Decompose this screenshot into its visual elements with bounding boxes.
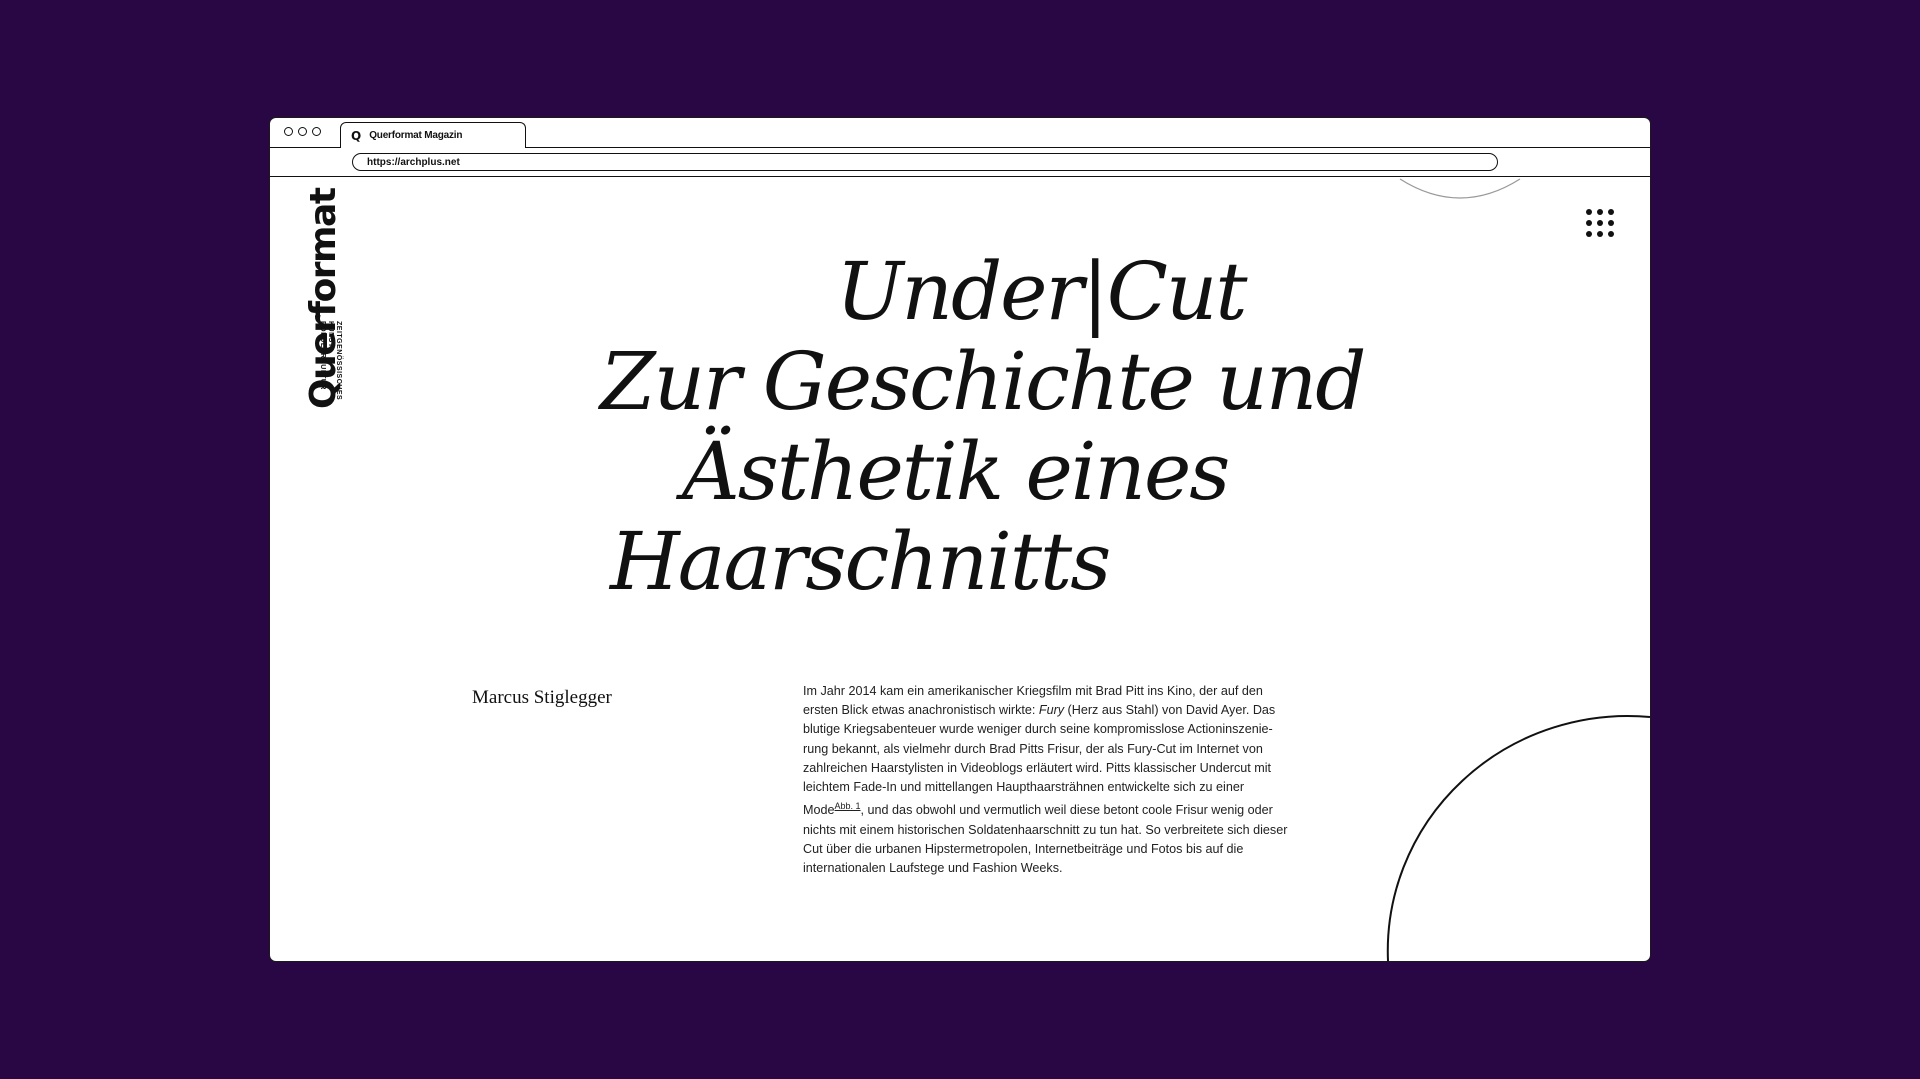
menu-dot (1608, 209, 1614, 215)
title-line: Ästhetik eines (682, 425, 1230, 518)
window-controls (284, 127, 321, 136)
footnote-link[interactable]: Abb. 1 (835, 801, 861, 811)
tab-querformat[interactable]: Q Querformat Magazin (340, 122, 526, 148)
minimize-window-button[interactable] (298, 127, 307, 136)
article-body: Im Jahr 2014 kam ein amerikanischer Krie… (803, 682, 1293, 878)
body-text-part: , und das obwohl und vermutlich weil die… (803, 803, 1288, 876)
menu-dot (1586, 209, 1592, 215)
author-name[interactable]: Marcus Stiglegger (472, 687, 612, 709)
maximize-window-button[interactable] (312, 127, 321, 136)
menu-dot (1586, 220, 1592, 226)
url-text: https://archplus.net (367, 156, 460, 168)
tab-bar: Q Querformat Magazin (270, 118, 1650, 148)
address-bar[interactable]: https://archplus.net (352, 153, 1498, 171)
page-content: Querformat ZEITGENÖSSISCHES KUNST POPULÄ… (270, 177, 1650, 961)
film-title: Fury (1038, 703, 1065, 718)
menu-dot (1597, 231, 1603, 237)
site-favicon-icon: Q (351, 128, 362, 143)
logo-tagline: ZEITGENÖSSISCHES KUNST POPULÄRKULTUR (318, 321, 342, 400)
logo-tagline-line: POPULÄRKULTUR (319, 321, 326, 390)
close-window-button[interactable] (284, 127, 293, 136)
tab-title: Querformat Magazin (369, 130, 463, 141)
menu-dot (1586, 231, 1592, 237)
logo-tagline-line: ZEITGENÖSSISCHES (335, 321, 342, 401)
body-text-part: (Herz aus Stahl) von David Ayer. Das blu… (803, 703, 1276, 818)
site-logo[interactable]: Querformat ZEITGENÖSSISCHES KUNST POPULÄ… (303, 188, 416, 409)
menu-dot (1608, 220, 1614, 226)
grid-dots-icon[interactable] (1586, 209, 1614, 237)
title-line: Under|Cut (836, 245, 1248, 338)
menu-dot (1608, 231, 1614, 237)
title-line: Zur Geschichte und (600, 335, 1367, 428)
menu-dot (1597, 220, 1603, 226)
address-bar-row: https://archplus.net (270, 148, 1650, 177)
menu-dot (1597, 209, 1603, 215)
title-line: Haarschnitts (610, 515, 1111, 608)
logo-tagline-line: KUNST (327, 321, 334, 348)
browser-window: Q Querformat Magazin https://archplus.ne… (270, 118, 1650, 961)
